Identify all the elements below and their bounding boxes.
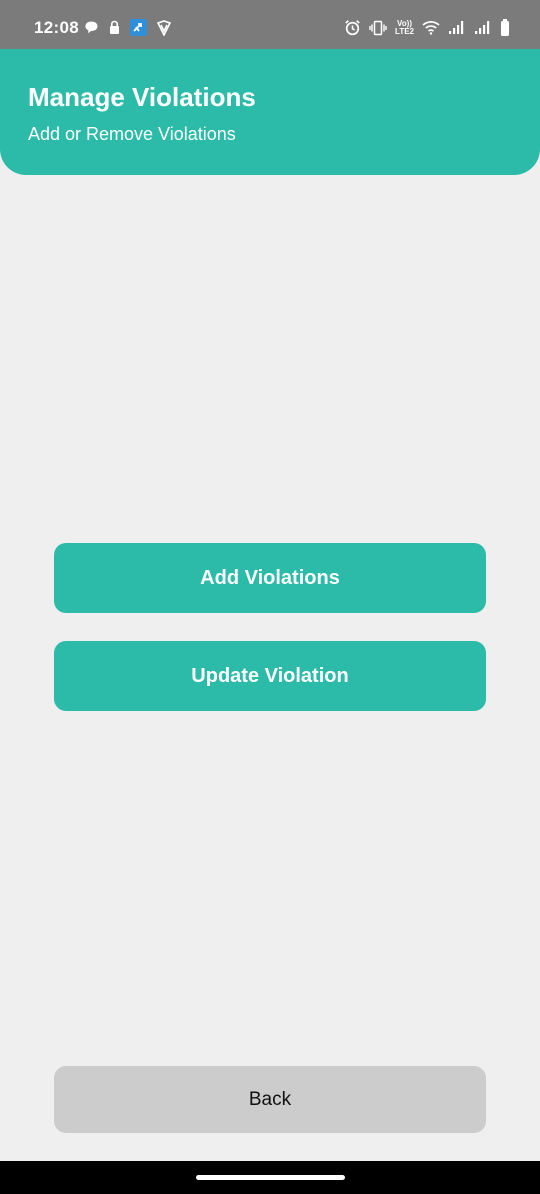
page-title: Manage Violations [28, 82, 256, 112]
network-label-bottom: LTE2 [395, 26, 414, 36]
status-time: 12:08 [34, 18, 79, 37]
wifi-icon [422, 20, 440, 35]
lock-icon [108, 20, 121, 35]
navigation-bar [0, 1161, 540, 1194]
add-violations-button[interactable]: Add Violations [54, 543, 486, 613]
signal-icon [448, 20, 466, 35]
page-header: Manage Violations Add or Remove Violatio… [0, 49, 540, 175]
home-indicator[interactable] [196, 1175, 345, 1180]
app-icon [130, 19, 147, 36]
signal-icon [474, 20, 492, 35]
vibrate-icon [369, 20, 387, 36]
status-right-icons: Vo)) LTE2 [344, 19, 510, 36]
vpn-shield-icon [156, 19, 172, 36]
chat-bubble-icon [84, 20, 99, 35]
update-violation-button[interactable]: Update Violation [54, 641, 486, 711]
page-subtitle: Add or Remove Violations [28, 124, 236, 144]
alarm-icon [344, 19, 361, 36]
back-button[interactable]: Back [54, 1066, 486, 1133]
status-left-icons [84, 19, 172, 36]
volte-lte-icon: Vo)) LTE2 [395, 19, 414, 36]
battery-icon [500, 19, 510, 36]
